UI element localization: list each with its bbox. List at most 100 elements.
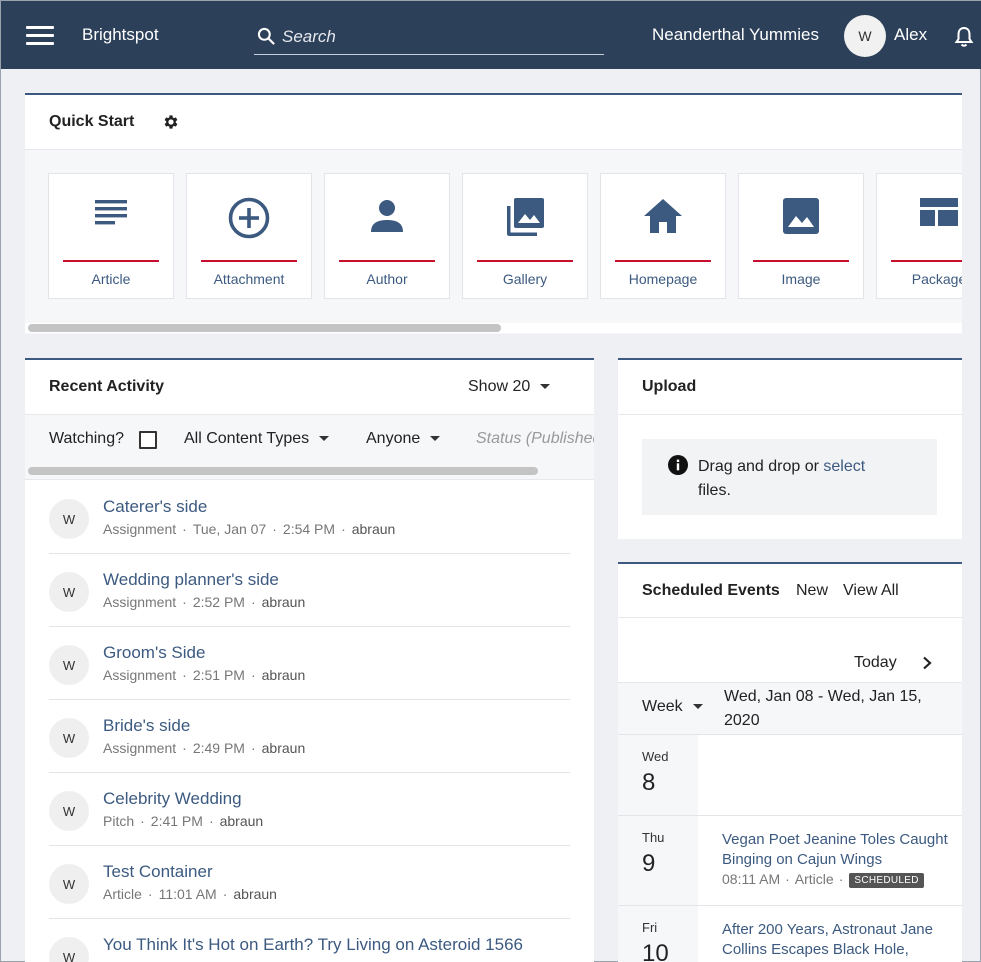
activity-title[interactable]: You Think It's Hot on Earth? Try Living … bbox=[103, 935, 523, 955]
tile-label: Package bbox=[911, 271, 962, 287]
activity-title[interactable]: Caterer's side bbox=[103, 497, 207, 517]
event-title[interactable]: After 200 Years, Astronaut Jane Collins … bbox=[722, 920, 952, 960]
tile-label: Attachment bbox=[213, 271, 285, 287]
gallery-icon bbox=[507, 198, 544, 236]
event-title[interactable]: Vegan Poet Jeanine Toles Caught Binging … bbox=[722, 830, 952, 870]
anyone-label: Anyone bbox=[366, 430, 421, 447]
list-item[interactable]: W You Think It's Hot on Earth? Try Living… bbox=[49, 919, 570, 962]
caret-down-icon bbox=[430, 436, 441, 442]
tile-author[interactable]: Author bbox=[324, 173, 450, 299]
tile-homepage[interactable]: Homepage bbox=[600, 173, 726, 299]
upload-card: Upload Drag and drop or select files. bbox=[618, 358, 962, 539]
tile-label: Gallery bbox=[502, 271, 548, 287]
info-icon bbox=[668, 455, 688, 475]
avatar: W bbox=[49, 572, 89, 612]
show-count-dropdown[interactable]: Show 20 bbox=[468, 378, 551, 396]
avatar: W bbox=[49, 499, 89, 539]
upload-dropzone[interactable]: Drag and drop or select files. bbox=[642, 439, 937, 515]
bell-icon[interactable] bbox=[954, 26, 974, 48]
scheduled-events-card: Scheduled Events New View All Today Week… bbox=[618, 562, 962, 962]
quick-start-scrollbar[interactable] bbox=[25, 323, 962, 333]
anyone-dropdown[interactable]: Anyone bbox=[366, 430, 441, 448]
username[interactable]: Alex bbox=[894, 25, 927, 45]
upload-instructions: Drag and drop or select files. bbox=[698, 458, 866, 499]
add-circle-icon bbox=[228, 197, 270, 239]
day-name: Fri bbox=[642, 920, 658, 935]
day-row: Wed 8 bbox=[618, 734, 962, 815]
package-icon bbox=[920, 198, 958, 226]
person-icon bbox=[371, 200, 403, 232]
search-input[interactable] bbox=[282, 25, 582, 49]
activity-meta: Pitch · 2:41 PM · abraun bbox=[103, 813, 264, 829]
caret-down-icon bbox=[692, 704, 703, 710]
activity-title[interactable]: Groom's Side bbox=[103, 643, 205, 663]
day-number: 8 bbox=[642, 769, 656, 796]
scrollbar-thumb[interactable] bbox=[28, 324, 501, 332]
status-filter-input[interactable]: Status (Published) bbox=[476, 430, 594, 448]
day-number: 10 bbox=[642, 940, 669, 962]
view-all-link[interactable]: View All bbox=[843, 582, 899, 600]
tile-article[interactable]: Article bbox=[48, 173, 174, 299]
watching-checkbox[interactable] bbox=[139, 431, 157, 449]
activity-title[interactable]: Test Container bbox=[103, 862, 213, 882]
quick-start-tiles: Article Attachment Author Gallery Homepa… bbox=[25, 149, 962, 334]
tile-gallery[interactable]: Gallery bbox=[462, 173, 588, 299]
tile-package[interactable]: Package bbox=[876, 173, 962, 299]
content-types-label: All Content Types bbox=[184, 430, 310, 447]
site-selector[interactable]: Neanderthal Yummies bbox=[652, 25, 819, 45]
list-item[interactable]: W Groom's Side Assignment · 2:51 PM · abraun bbox=[49, 627, 570, 700]
date-range: Wed, Jan 08 - Wed, Jan 15, 2020 bbox=[724, 688, 922, 729]
content-types-dropdown[interactable]: All Content Types bbox=[184, 430, 330, 448]
new-event-link[interactable]: New bbox=[796, 582, 828, 600]
activity-meta: Assignment · 2:52 PM · abraun bbox=[103, 594, 306, 610]
list-item[interactable]: W Caterer's side Assignment · Tue, Jan 07 · 2:… bbox=[49, 481, 570, 554]
scheduled-event: After 200 Years, Astronaut Jane Collins … bbox=[722, 920, 952, 960]
select-files-link[interactable]: select bbox=[823, 458, 865, 475]
quick-start-title: Quick Start bbox=[49, 113, 135, 130]
tile-image[interactable]: Image bbox=[738, 173, 864, 299]
image-icon bbox=[783, 198, 819, 234]
menu-icon[interactable] bbox=[26, 26, 54, 46]
tile-label: Image bbox=[781, 271, 821, 287]
top-bar: Brightspot Neanderthal Yummies W Alex bbox=[1, 1, 981, 69]
gear-icon[interactable] bbox=[162, 113, 180, 131]
activity-list: W Caterer's side Assignment · Tue, Jan 07 · 2:… bbox=[49, 481, 570, 962]
search-icon bbox=[257, 27, 275, 45]
user-avatar[interactable]: W bbox=[844, 15, 886, 57]
scheduled-events-title: Scheduled Events bbox=[642, 582, 780, 599]
avatar: W bbox=[49, 645, 89, 685]
chevron-right-icon[interactable] bbox=[921, 656, 933, 670]
tile-label: Homepage bbox=[628, 271, 698, 287]
caret-down-icon bbox=[540, 384, 551, 390]
filters-scrollbar[interactable] bbox=[25, 466, 594, 476]
scrollbar-thumb[interactable] bbox=[28, 467, 538, 475]
day-name: Thu bbox=[642, 830, 665, 845]
search-box[interactable] bbox=[254, 21, 604, 55]
list-item[interactable]: W Celebrity Wedding Pitch · 2:41 PM · abraun bbox=[49, 773, 570, 846]
day-row: Thu 9 Vegan Poet Jeanine Toles Caught Bin… bbox=[618, 815, 962, 905]
avatar: W bbox=[49, 791, 89, 831]
activity-title[interactable]: Wedding planner's side bbox=[103, 570, 279, 590]
event-meta: 08:11 AM · Article · SCHEDULED bbox=[722, 871, 952, 888]
tile-label: Author bbox=[366, 271, 408, 287]
tile-label: Article bbox=[91, 271, 131, 287]
activity-meta: Assignment · Tue, Jan 07 · 2:54 PM · abraun bbox=[103, 521, 396, 537]
tile-attachment[interactable]: Attachment bbox=[186, 173, 312, 299]
recent-activity-card: Recent Activity Show 20 Watching? All Co… bbox=[25, 358, 594, 962]
list-item[interactable]: W Wedding planner's side Assignment · 2:52 P… bbox=[49, 554, 570, 627]
week-dropdown[interactable]: Week bbox=[642, 698, 703, 716]
today-button[interactable]: Today bbox=[854, 654, 897, 672]
article-icon bbox=[95, 200, 127, 225]
day-name: Wed bbox=[642, 749, 669, 764]
watching-label: Watching? bbox=[49, 430, 124, 447]
list-item[interactable]: W Test Container Article · 11:01 AM · abraun bbox=[49, 846, 570, 919]
list-item[interactable]: W Bride's side Assignment · 2:49 PM · abraun bbox=[49, 700, 570, 773]
quick-start-card: Quick Start Article Attachment Author Ga… bbox=[25, 93, 962, 334]
avatar: W bbox=[49, 718, 89, 758]
avatar: W bbox=[49, 864, 89, 904]
activity-title[interactable]: Celebrity Wedding bbox=[103, 789, 242, 809]
activity-title[interactable]: Bride's side bbox=[103, 716, 190, 736]
activity-meta: Assignment · 2:49 PM · abraun bbox=[103, 740, 306, 756]
week-label: Week bbox=[642, 698, 683, 715]
brand-name[interactable]: Brightspot bbox=[82, 25, 159, 45]
